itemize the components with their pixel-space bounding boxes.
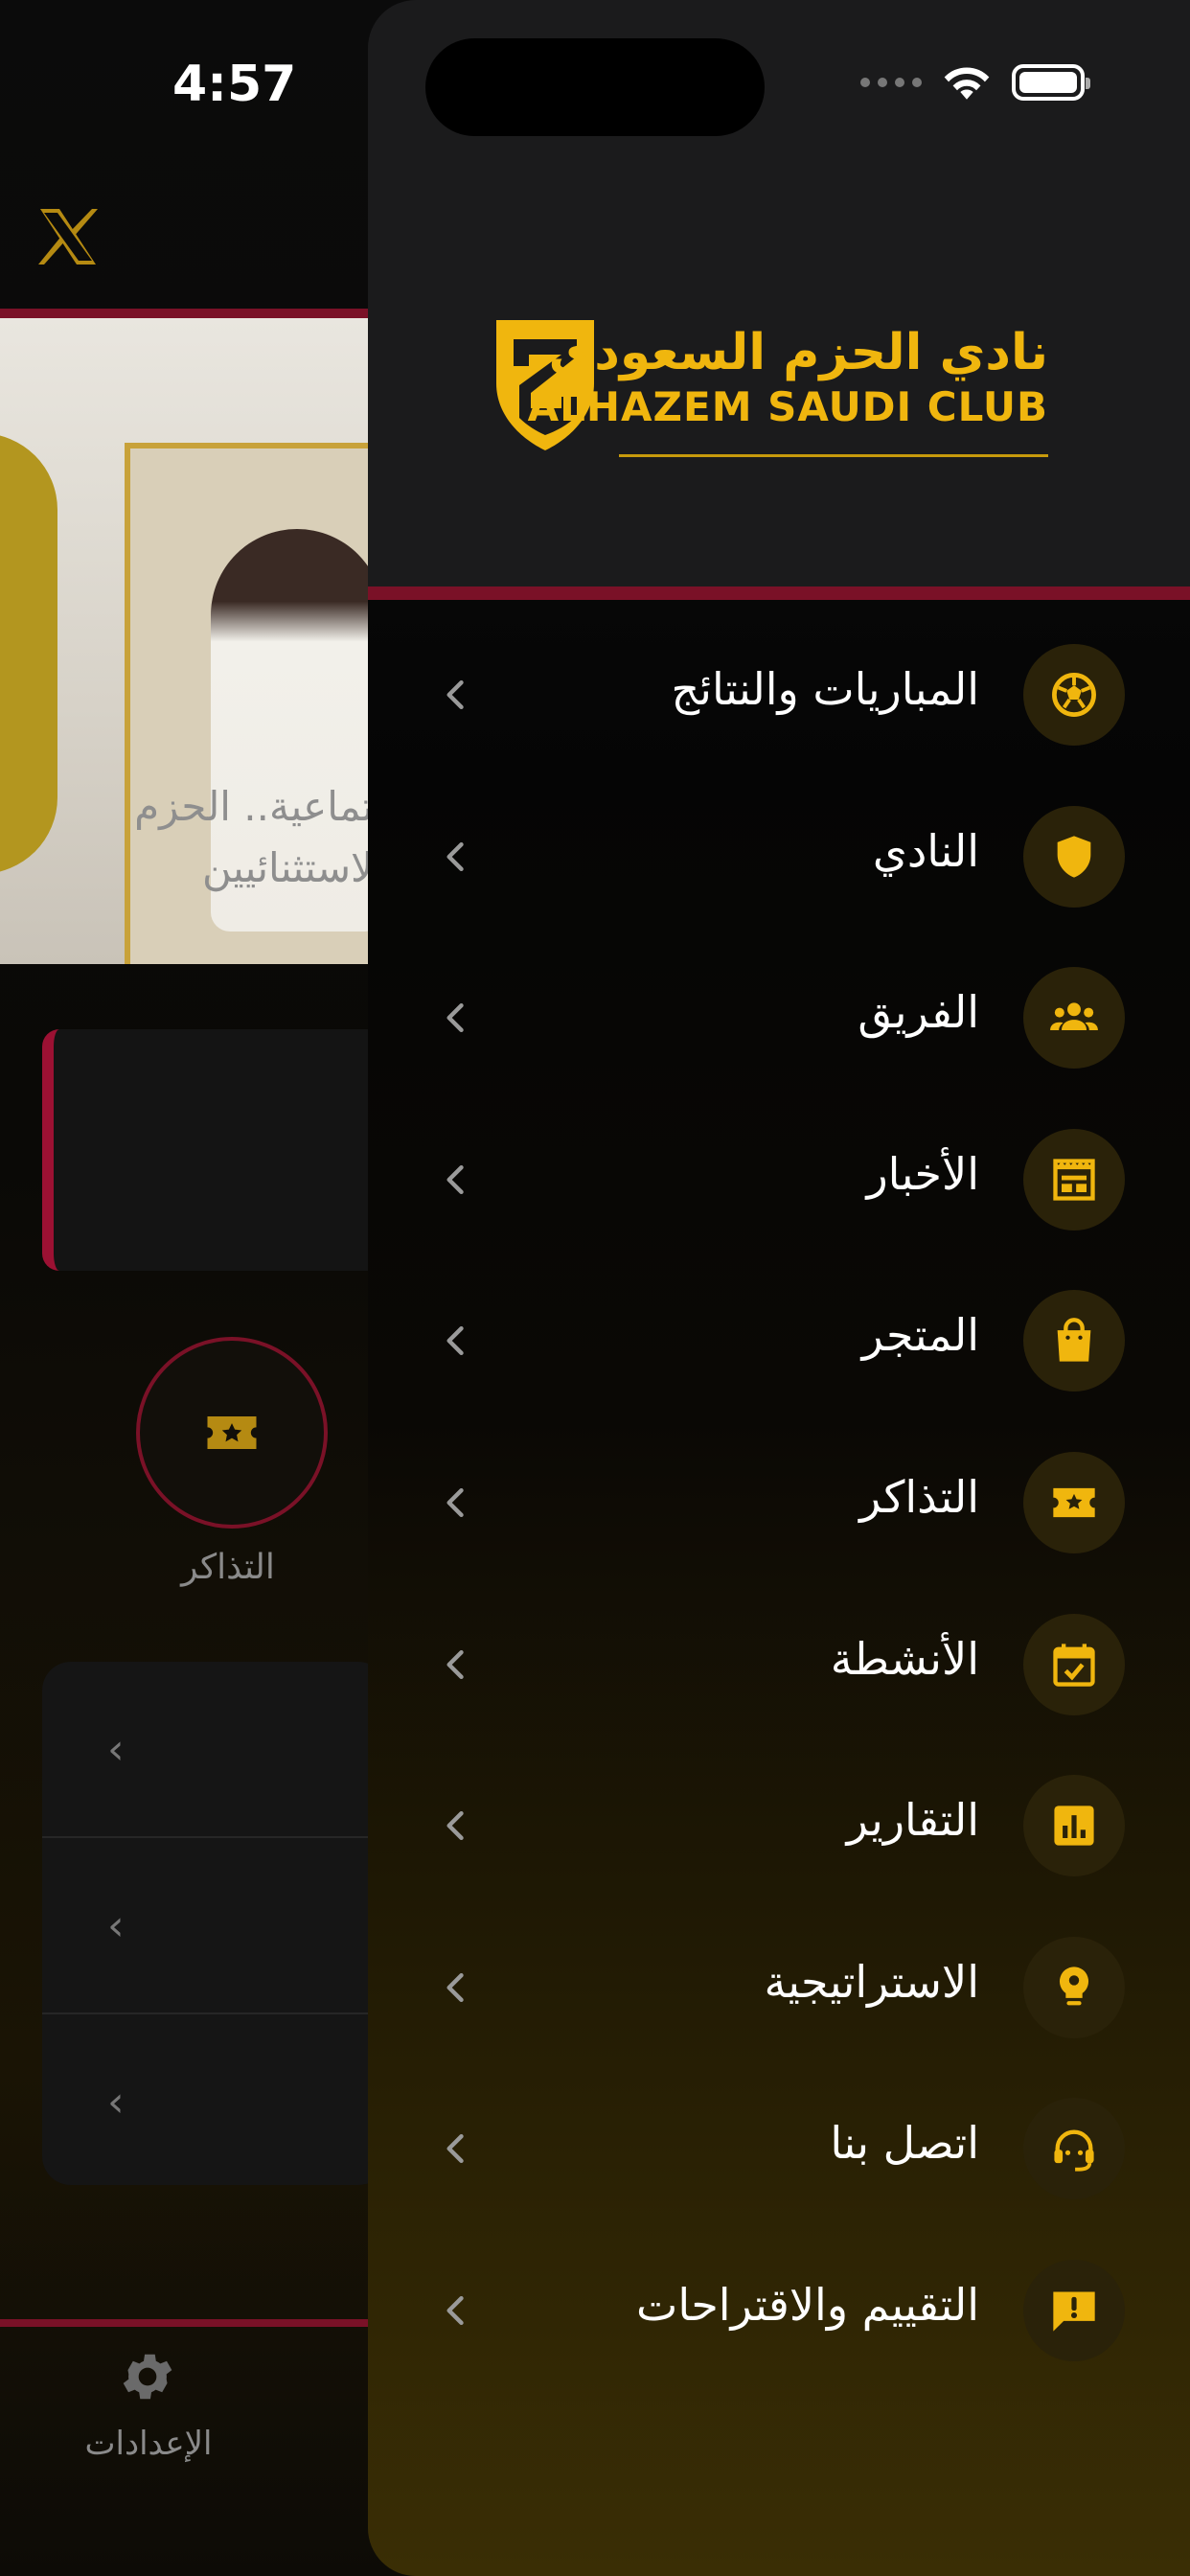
drawer-header-divider: [368, 586, 1190, 600]
list-item[interactable]: ‹: [42, 2014, 387, 2189]
x-logo-icon[interactable]: [34, 203, 102, 270]
drawer-menu-item[interactable]: الاستراتيجية: [368, 1935, 1190, 2040]
drawer-menu-item[interactable]: التقييم والاقتراحات: [368, 2258, 1190, 2363]
drawer-menu-item[interactable]: المباريات والنتائج: [368, 642, 1190, 748]
chevron-left-icon: [435, 997, 477, 1039]
drawer-menu-item[interactable]: الأنشطة: [368, 1612, 1190, 1717]
drawer-menu-item[interactable]: النادي: [368, 804, 1190, 909]
drawer-menu-item-label: الأنشطة: [830, 1633, 979, 1685]
chevron-left-icon: [435, 1966, 477, 2009]
drawer-header: نادي الحزم السعودي ALHAZEM SAUDI CLUB: [368, 0, 1190, 586]
drawer-menu-item-label: الاستراتيجية: [764, 1956, 979, 2008]
drawer-menu-item-label: التقارير: [846, 1794, 979, 1846]
report-chart-icon: [1023, 1775, 1125, 1876]
background-list: ‹ ‹ ‹: [42, 1662, 387, 2185]
side-drawer: نادي الحزم السعودي ALHAZEM SAUDI CLUB ال…: [368, 0, 1190, 2576]
chevron-left-icon: [435, 836, 477, 878]
news-hero-image[interactable]: تماعية.. الحزم لاستثنائيين: [0, 318, 383, 964]
chevron-left-icon: [435, 674, 477, 716]
drawer-menu-item[interactable]: الفريق: [368, 965, 1190, 1070]
feedback-icon: [1023, 2260, 1125, 2361]
ticket-icon: [207, 1416, 257, 1449]
chevron-left-icon: [435, 2289, 477, 2332]
drawer-menu-item[interactable]: المتجر: [368, 1288, 1190, 1393]
info-card[interactable]: [42, 1029, 399, 1271]
wifi-icon: [944, 67, 990, 100]
tickets-quick-action[interactable]: [136, 1337, 328, 1529]
group-icon: [1023, 967, 1125, 1069]
drawer-menu-item-label: النادي: [872, 825, 979, 877]
logo-underline: [619, 454, 1048, 457]
drawer-menu-item-label: اتصل بنا: [830, 2117, 979, 2169]
chevron-left-icon: [435, 1805, 477, 1847]
chevron-left-icon: [435, 1159, 477, 1201]
tabbar-divider: [0, 2319, 383, 2327]
chevron-left-icon: [435, 2128, 477, 2170]
cellular-signal-icon: [860, 78, 922, 87]
list-item[interactable]: ‹: [42, 1838, 387, 2014]
status-time-background: 4:57: [172, 56, 297, 113]
list-item[interactable]: ‹: [42, 1662, 387, 1838]
gear-icon[interactable]: [117, 2346, 178, 2407]
drawer-menu-item[interactable]: التقارير: [368, 1773, 1190, 1878]
shopping-bag-icon: [1023, 1290, 1125, 1392]
drawer-menu-item-label: التذاكر: [859, 1471, 979, 1523]
newspaper-icon: [1023, 1129, 1125, 1230]
ticket-icon: [1023, 1452, 1125, 1553]
chevron-left-icon: ‹: [107, 2078, 125, 2127]
battery-icon: [1012, 64, 1090, 101]
shield-icon: [1023, 806, 1125, 908]
drawer-menu-item[interactable]: الأخبار: [368, 1127, 1190, 1232]
headset-icon: [1023, 2098, 1125, 2199]
drawer-menu-item-label: التقييم والاقتراحات: [636, 2279, 979, 2331]
drawer-menu-item[interactable]: التذاكر: [368, 1450, 1190, 1555]
calendar-check-icon: [1023, 1614, 1125, 1715]
tickets-quick-action-label: التذاكر: [181, 1548, 275, 1587]
tab-settings[interactable]: الإعدادات: [57, 2425, 240, 2463]
drawer-menu-item[interactable]: اتصل بنا: [368, 2096, 1190, 2201]
drawer-menu-item-label: الفريق: [858, 986, 979, 1038]
drawer-menu-item-label: الأخبار: [866, 1148, 979, 1200]
chevron-left-icon: ‹: [107, 1725, 125, 1774]
lightbulb-icon: [1023, 1937, 1125, 2038]
chevron-left-icon: [435, 1482, 477, 1524]
club-name-arabic: نادي الحزم السعودي: [548, 324, 1048, 381]
drawer-menu-item-label: المتجر: [861, 1309, 979, 1361]
status-bar-icons: [860, 63, 1090, 102]
chevron-left-icon: [435, 1320, 477, 1362]
chevron-left-icon: ‹: [107, 1901, 125, 1950]
drawer-menu-item-label: المباريات والنتائج: [671, 663, 979, 715]
club-name-english: ALHAZEM SAUDI CLUB: [527, 383, 1048, 430]
hero-caption: تماعية.. الحزم لاستثنائيين: [134, 783, 374, 891]
dynamic-island: [425, 38, 765, 136]
club-logo: نادي الحزم السعودي ALHAZEM SAUDI CLUB: [492, 316, 1048, 460]
chevron-left-icon: [435, 1644, 477, 1686]
header-divider: [0, 309, 383, 318]
soccer-ball-icon: [1023, 644, 1125, 746]
